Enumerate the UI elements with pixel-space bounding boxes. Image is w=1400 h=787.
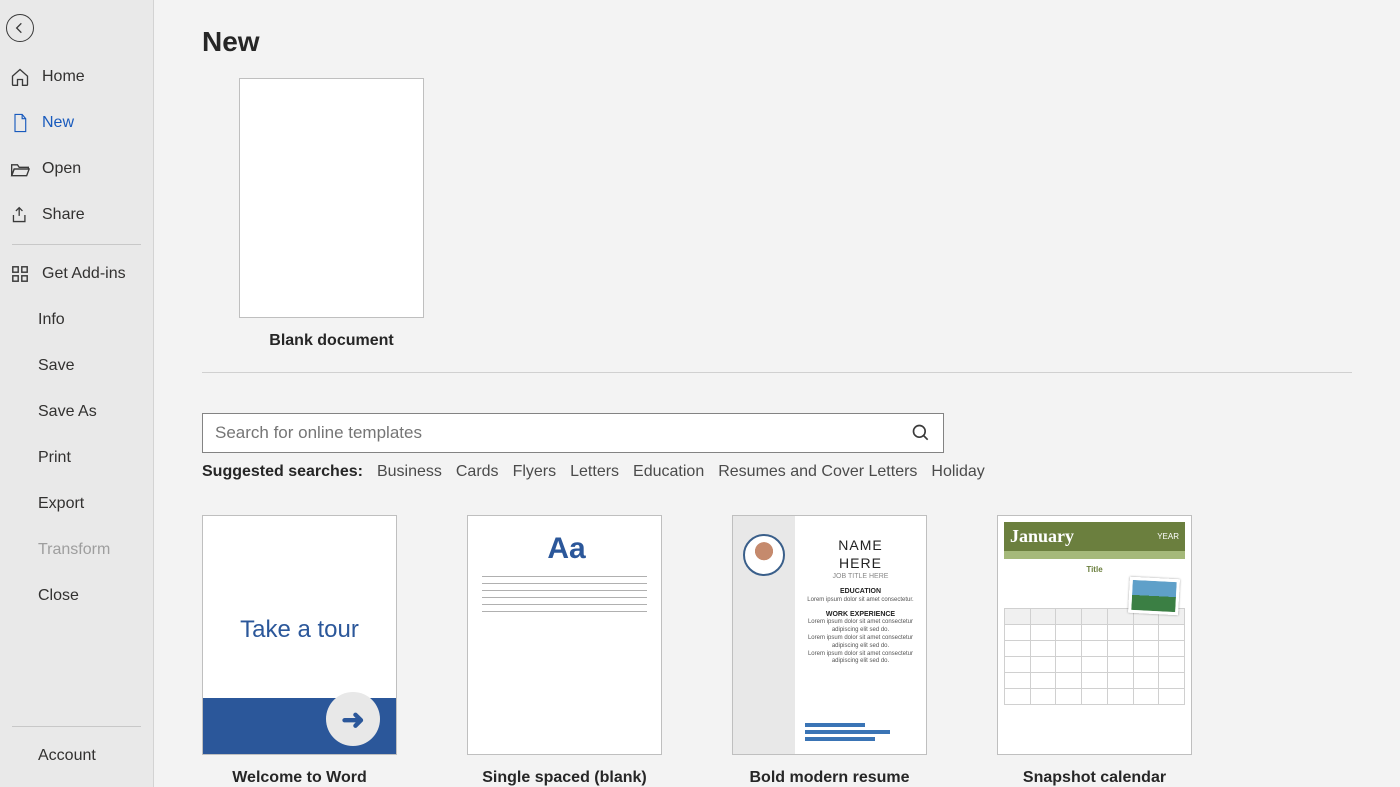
template-preview: Aa xyxy=(467,515,662,755)
sidebar-item-close[interactable]: Close xyxy=(6,573,153,619)
sidebar-item-saveas[interactable]: Save As xyxy=(6,389,153,435)
page-title: New xyxy=(202,26,1400,58)
suggested-link-flyers[interactable]: Flyers xyxy=(513,463,557,481)
photo-icon xyxy=(1128,577,1180,616)
sidebar-item-label: Share xyxy=(42,206,85,224)
sidebar-item-label: Info xyxy=(38,311,65,329)
sidebar-item-label: Print xyxy=(38,449,71,467)
sidebar-item-home[interactable]: Home xyxy=(6,54,153,100)
sidebar-item-account[interactable]: Account xyxy=(6,733,153,779)
home-icon xyxy=(10,67,30,87)
arrow-right-icon: ➜ xyxy=(326,692,380,746)
share-icon xyxy=(10,205,30,225)
calendar-title: Title xyxy=(1006,565,1183,574)
template-label: Blank document xyxy=(239,332,424,350)
template-gallery: Take a tour ➜ Welcome to Word Aa Single … xyxy=(202,515,1400,787)
addins-icon xyxy=(10,264,30,284)
suggested-link-holiday[interactable]: Holiday xyxy=(931,463,984,481)
sidebar-item-label: Home xyxy=(42,68,85,86)
resume-name: NAME HERE xyxy=(803,536,918,572)
divider xyxy=(202,372,1352,373)
sidebar-item-share[interactable]: Share xyxy=(6,192,153,238)
suggested-label: Suggested searches: xyxy=(202,463,363,481)
template-preview: January YEAR Title xyxy=(997,515,1192,755)
avatar-icon xyxy=(743,534,785,576)
resume-subtitle: JOB TITLE HERE xyxy=(803,572,918,581)
suggested-link-resumes[interactable]: Resumes and Cover Letters xyxy=(718,463,917,481)
sidebar-item-label: Transform xyxy=(38,541,110,559)
template-single-spaced[interactable]: Aa Single spaced (blank) xyxy=(467,515,662,787)
template-label: Snapshot calendar xyxy=(997,769,1192,787)
template-label: Welcome to Word xyxy=(202,769,397,787)
search-input[interactable] xyxy=(215,423,911,443)
suggested-link-business[interactable]: Business xyxy=(377,463,442,481)
sidebar-item-label: Export xyxy=(38,495,84,513)
sidebar-item-label: Close xyxy=(38,587,79,605)
sidebar-item-label: Open xyxy=(42,160,81,178)
template-label: Single spaced (blank) xyxy=(467,769,662,787)
calendar-year: YEAR xyxy=(1157,532,1179,541)
sidebar-item-addins[interactable]: Get Add-ins xyxy=(6,251,153,297)
resume-sidebar xyxy=(733,516,795,754)
separator xyxy=(12,244,141,245)
sidebar-item-open[interactable]: Open xyxy=(6,146,153,192)
template-preview: Take a tour ➜ xyxy=(202,515,397,755)
calendar-grid xyxy=(1004,608,1185,705)
suggested-link-letters[interactable]: Letters xyxy=(570,463,619,481)
template-welcome-to-word[interactable]: Take a tour ➜ Welcome to Word xyxy=(202,515,397,787)
template-search-box[interactable] xyxy=(202,413,944,453)
sidebar-item-label: New xyxy=(42,114,74,132)
template-snapshot-calendar[interactable]: January YEAR Title Snapshot calendar xyxy=(997,515,1192,787)
sidebar-item-label: Account xyxy=(38,747,96,765)
sidebar-item-export[interactable]: Export xyxy=(6,481,153,527)
template-preview: NAME HERE JOB TITLE HERE EDUCATION Lorem… xyxy=(732,515,927,755)
template-label: Bold modern resume xyxy=(732,769,927,787)
separator xyxy=(12,726,141,727)
folder-open-icon xyxy=(10,159,30,179)
sidebar-item-transform: Transform xyxy=(6,527,153,573)
suggested-searches: Suggested searches: Business Cards Flyer… xyxy=(202,463,1400,481)
sidebar-item-print[interactable]: Print xyxy=(6,435,153,481)
suggested-link-education[interactable]: Education xyxy=(633,463,704,481)
sidebar: Home New Open Share Get Add-ins Info Sav… xyxy=(0,0,154,787)
sidebar-item-label: Save As xyxy=(38,403,97,421)
template-blank-document[interactable]: Blank document xyxy=(239,78,424,350)
back-button[interactable] xyxy=(6,14,34,42)
document-icon xyxy=(10,113,30,133)
sidebar-item-save[interactable]: Save xyxy=(6,343,153,389)
sidebar-item-label: Get Add-ins xyxy=(42,265,126,283)
template-bold-modern-resume[interactable]: NAME HERE JOB TITLE HERE EDUCATION Lorem… xyxy=(732,515,927,787)
blank-preview xyxy=(239,78,424,318)
calendar-month: January xyxy=(1010,526,1074,547)
main-content: New Blank document Suggested searches: B… xyxy=(154,0,1400,787)
tour-text: Take a tour xyxy=(203,616,396,644)
sidebar-item-label: Save xyxy=(38,357,74,375)
search-icon[interactable] xyxy=(911,423,931,443)
suggested-link-cards[interactable]: Cards xyxy=(456,463,499,481)
sidebar-item-info[interactable]: Info xyxy=(6,297,153,343)
aa-glyph: Aa xyxy=(482,532,651,566)
sidebar-item-new[interactable]: New xyxy=(6,100,153,146)
